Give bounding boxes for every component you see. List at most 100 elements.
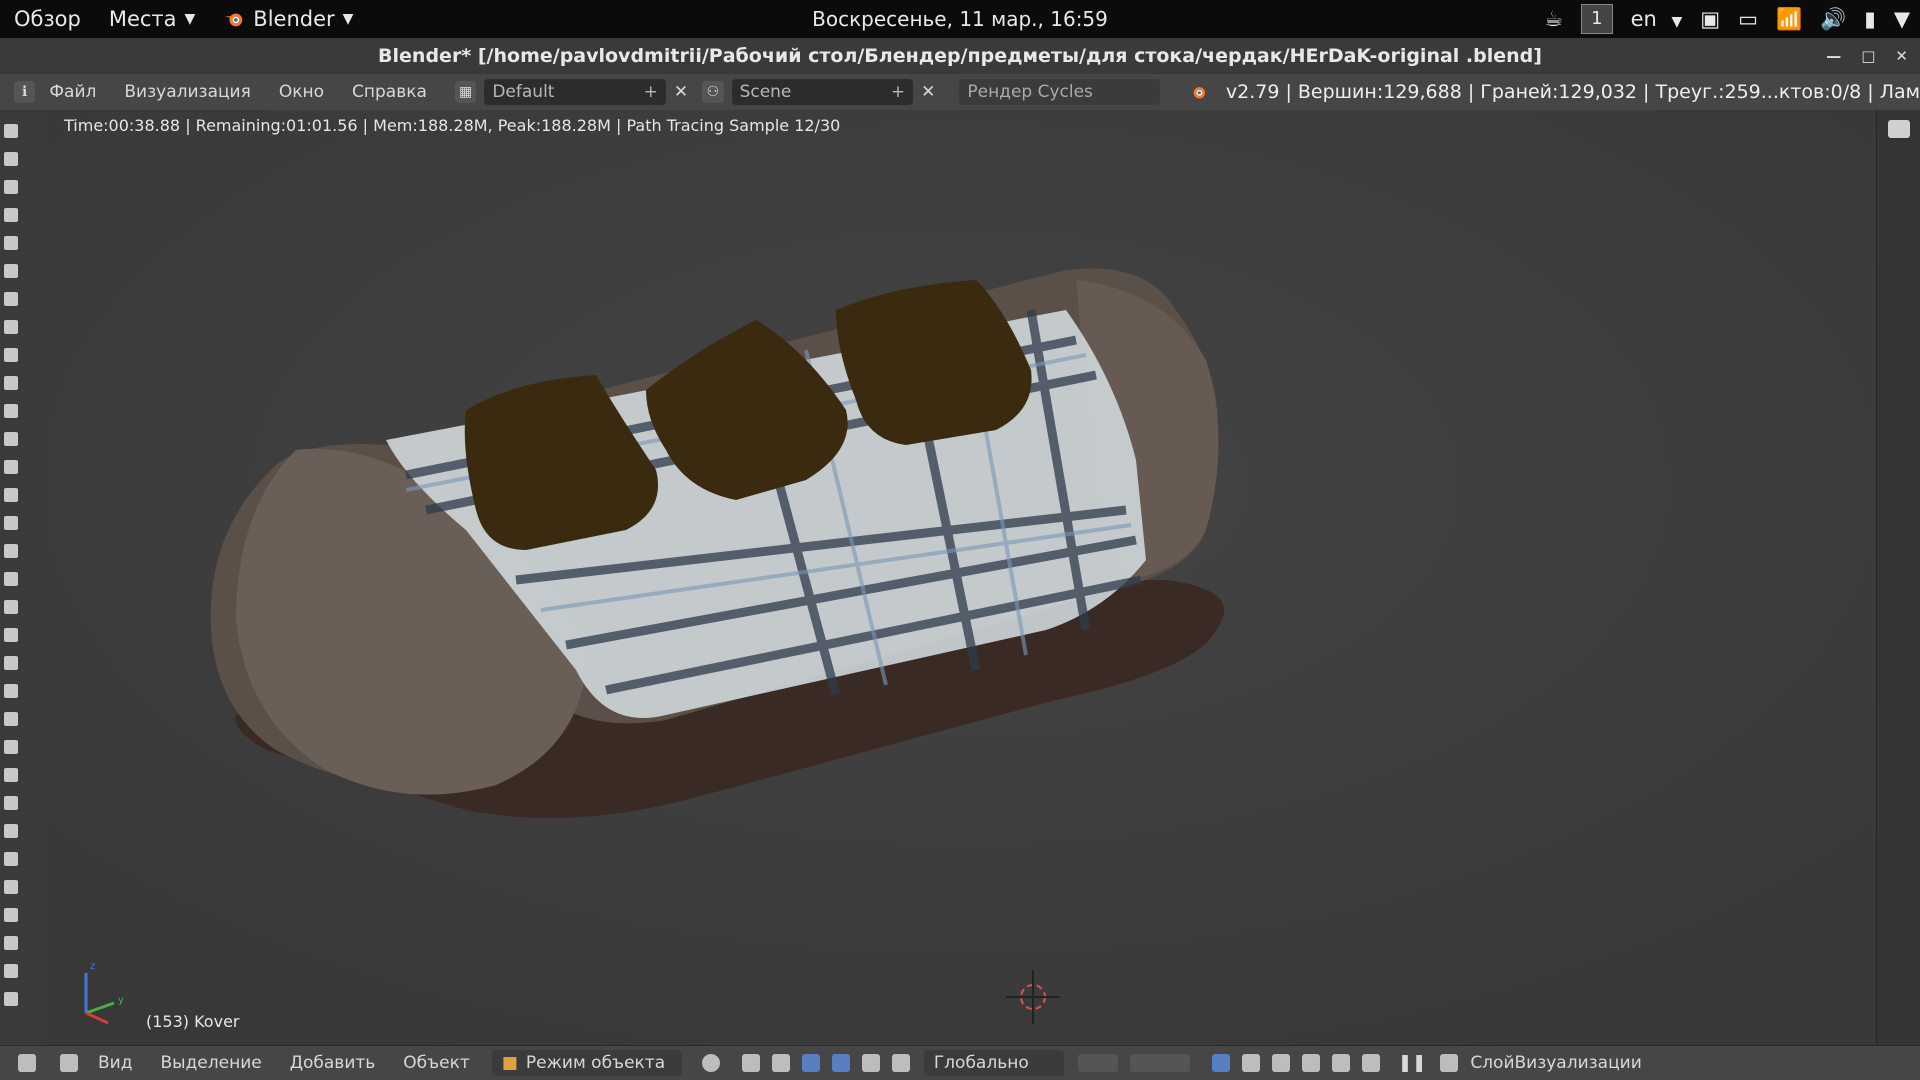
lock-layers-icon[interactable] xyxy=(1211,1054,1230,1072)
3d-view-header: Вид Выделение Добавить Объект ■ Режим об… xyxy=(0,1045,1920,1080)
camera-icon[interactable] xyxy=(4,768,18,782)
battery-icon[interactable]: ▮ xyxy=(1864,7,1876,31)
camera-icon[interactable] xyxy=(4,544,18,558)
menu-object[interactable]: Объект xyxy=(389,1053,484,1073)
properties-toggle-icon[interactable] xyxy=(1888,120,1910,138)
app-menu[interactable]: Blender ▼ xyxy=(209,0,367,38)
snap-icon[interactable] xyxy=(1271,1054,1290,1072)
language-selector[interactable]: en ▼ xyxy=(1631,7,1683,31)
camera-icon[interactable] xyxy=(4,964,18,978)
scene-selector[interactable]: Scene + xyxy=(731,79,914,105)
menu-render[interactable]: Визуализация xyxy=(110,82,264,102)
camera-icon[interactable] xyxy=(4,600,18,614)
menu-add[interactable]: Добавить xyxy=(276,1053,390,1073)
rotate-icon[interactable] xyxy=(831,1054,850,1072)
layout-icon[interactable]: ▦ xyxy=(454,81,477,103)
camera-icon[interactable] xyxy=(4,712,18,726)
mode-selector[interactable]: ■ Режим объекта xyxy=(491,1050,682,1076)
render-engine-selector[interactable]: Рендер Cycles xyxy=(959,79,1161,105)
translate-icon[interactable] xyxy=(801,1054,820,1072)
remove-scene-icon[interactable]: ✕ xyxy=(921,82,935,102)
svg-text:z: z xyxy=(90,961,95,972)
camera-icon[interactable] xyxy=(4,852,18,866)
scene-stats: v2.79 | Вершин:129,688 | Граней:129,032 … xyxy=(1225,81,1920,103)
transform-icon[interactable] xyxy=(891,1054,910,1072)
scale-icon[interactable] xyxy=(861,1054,880,1072)
remove-layout-icon[interactable]: ✕ xyxy=(674,82,688,102)
add-layout-icon[interactable]: + xyxy=(644,82,658,102)
snap-target-icon[interactable] xyxy=(1301,1054,1320,1072)
power-menu-icon[interactable]: ▼ xyxy=(1894,7,1910,31)
camera-icon[interactable] xyxy=(4,404,18,418)
window-titlebar: Blender* [/home/pavlovdmitrii/Рабочий ст… xyxy=(0,38,1920,75)
close-icon[interactable]: ✕ xyxy=(1895,47,1908,65)
clock[interactable]: Воскресенье, 11 мар., 16:59 xyxy=(812,0,1108,38)
render-layer-label[interactable]: СлойВизуализации xyxy=(1470,1053,1641,1073)
workspace-indicator[interactable]: 1 xyxy=(1581,4,1613,34)
camera-icon[interactable] xyxy=(4,488,18,502)
camera-icon[interactable] xyxy=(4,208,18,222)
3d-cursor-icon[interactable] xyxy=(1004,968,1062,1026)
editor-type-icon[interactable] xyxy=(18,1054,36,1072)
volume-icon[interactable]: 🔊 xyxy=(1820,7,1846,32)
wifi-icon[interactable]: 📶 xyxy=(1776,7,1802,32)
proportional-edit-icon[interactable] xyxy=(1241,1054,1260,1072)
camera-icon[interactable] xyxy=(4,880,18,894)
camera-icon[interactable] xyxy=(4,936,18,950)
menu-window[interactable]: Окно xyxy=(265,82,338,102)
camera-icon[interactable] xyxy=(4,432,18,446)
add-scene-icon[interactable]: + xyxy=(891,82,905,102)
maximize-icon[interactable]: □ xyxy=(1861,47,1875,65)
menu-view[interactable]: Вид xyxy=(84,1053,146,1073)
scene-icon[interactable]: ⚇ xyxy=(702,81,724,103)
camera-icon[interactable] xyxy=(4,320,18,334)
camera-icon[interactable] xyxy=(4,516,18,530)
camera-icon[interactable] xyxy=(4,236,18,250)
camera-icon[interactable] xyxy=(4,572,18,586)
camera-icon[interactable] xyxy=(4,740,18,754)
info-editor-icon[interactable]: ℹ xyxy=(14,81,36,103)
camera-icon[interactable] xyxy=(4,824,18,838)
camera-icon[interactable] xyxy=(4,152,18,166)
render-animation-icon[interactable] xyxy=(1361,1054,1380,1072)
minimize-icon[interactable]: — xyxy=(1826,47,1841,65)
3d-viewport[interactable]: Time:00:38.88 | Remaining:01:01.56 | Mem… xyxy=(46,110,1876,1045)
pivot-icon[interactable] xyxy=(741,1054,760,1072)
camera-icon[interactable] xyxy=(4,908,18,922)
camera-icon[interactable] xyxy=(4,124,18,138)
camera-icon[interactable] xyxy=(4,348,18,362)
blender-logo-icon xyxy=(225,13,243,27)
camera-icon[interactable] xyxy=(4,796,18,810)
shading-icon[interactable] xyxy=(701,1054,720,1072)
places-menu[interactable]: Места ▼ xyxy=(95,0,209,38)
camera-icon[interactable] xyxy=(4,264,18,278)
object-mode-icon: ■ xyxy=(501,1053,518,1073)
opengl-render-icon[interactable] xyxy=(1331,1054,1350,1072)
camera-icon[interactable] xyxy=(4,292,18,306)
language-label: en xyxy=(1630,7,1657,31)
camera-icon[interactable] xyxy=(4,180,18,194)
layout-selector[interactable]: Default + xyxy=(484,79,666,105)
camera-icon[interactable] xyxy=(4,376,18,390)
view3d-icon[interactable] xyxy=(60,1054,78,1072)
camera-icon[interactable] xyxy=(4,460,18,474)
display-icon[interactable]: ▣ xyxy=(1700,7,1720,31)
pause-icon[interactable]: ❚❚ xyxy=(1398,1053,1427,1073)
layers-grid-icon[interactable] xyxy=(1129,1054,1190,1072)
layers-grid-icon[interactable] xyxy=(1077,1054,1118,1072)
camera-icon[interactable] xyxy=(4,992,18,1006)
orientation-selector[interactable]: Глобально xyxy=(923,1050,1064,1076)
activities-button[interactable]: Обзор xyxy=(0,0,95,38)
camera-icon[interactable] xyxy=(4,684,18,698)
properties-region[interactable] xyxy=(1876,110,1920,1045)
camera-icon[interactable] xyxy=(4,656,18,670)
manipulator-icon[interactable] xyxy=(771,1054,790,1072)
clipboard-icon[interactable]: ▭ xyxy=(1738,7,1758,31)
menu-select[interactable]: Выделение xyxy=(146,1053,275,1073)
render-preview xyxy=(46,110,1876,1045)
menu-file[interactable]: Файл xyxy=(35,82,110,102)
coffee-icon[interactable]: ☕ xyxy=(1544,7,1563,31)
camera-icon[interactable] xyxy=(4,628,18,642)
render-layer-icon xyxy=(1440,1054,1459,1072)
menu-help[interactable]: Справка xyxy=(338,82,441,102)
